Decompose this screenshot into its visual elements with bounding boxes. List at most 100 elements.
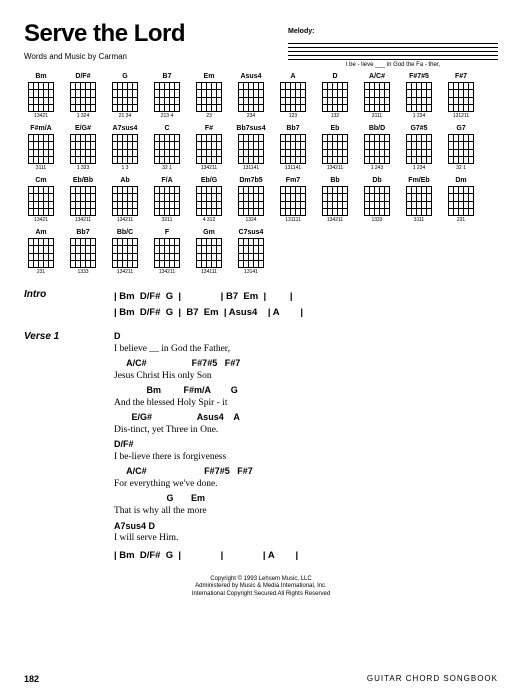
chord-name: Gm <box>192 229 226 237</box>
chord-diagram: Gm134111 <box>192 229 226 275</box>
verse1-body: DI believe __ in God the Father, A/C# F#… <box>114 331 498 563</box>
lyric-line: And the blessed Holy Spir - it <box>114 397 498 409</box>
section-label-intro: Intro <box>24 289 114 321</box>
chord-name: A/C# <box>360 73 394 81</box>
chord-diagram: A123 <box>276 73 310 119</box>
chord-fingering: 1324 <box>234 217 268 223</box>
chord-name: F/A <box>150 177 184 185</box>
fretboard-icon <box>406 134 432 164</box>
page-footer: 182 GUITAR CHORD SONGBOOK <box>24 674 498 684</box>
chord-name: Db <box>360 177 394 185</box>
chord-name: A <box>276 73 310 81</box>
chord-fingering: 1333 <box>66 269 100 275</box>
melody-lyrics: I be - lieve ___ in God the Fa - ther, <box>288 62 498 68</box>
chord-fingering: 1 234 <box>402 165 436 171</box>
chord-fingering: 32 1 <box>150 165 184 171</box>
chord-fingering: 131111 <box>276 217 310 223</box>
fretboard-icon <box>364 134 390 164</box>
chord-name: Bb7 <box>276 125 310 133</box>
fretboard-icon <box>70 186 96 216</box>
chord-diagram: Asus4234 <box>234 73 268 119</box>
fretboard-icon <box>70 134 96 164</box>
chord-diagram: Bb/D1 243 <box>360 125 394 171</box>
chord-diagram: F#134211 <box>192 125 226 171</box>
chord-line: A/C# F#7#5 F#7 <box>114 358 498 370</box>
lyric-line: Jesus Christ His only Son <box>114 370 498 382</box>
section-label-verse1: Verse 1 <box>24 331 114 563</box>
chord-name: Fm7 <box>276 177 310 185</box>
chord-name: Em <box>192 73 226 81</box>
chord-name: B7 <box>150 73 184 81</box>
fretboard-icon <box>238 238 264 268</box>
copyright-line: Administered by Music & Media Internatio… <box>24 583 498 591</box>
chord-fingering: 1 234 <box>402 113 436 119</box>
chord-fingering: 131141 <box>234 165 268 171</box>
lyric-line: Dis-tinct, yet Three in One. <box>114 424 498 436</box>
chord-diagram: F#7#5 1 234 <box>402 73 436 119</box>
chord-name: Eb/Bb <box>66 177 100 185</box>
fretboard-icon <box>28 238 54 268</box>
chord-fingering: 134211 <box>150 269 184 275</box>
chord-name: F#7#5 <box>402 73 436 81</box>
chord-fingering: 3211 <box>150 217 184 223</box>
fretboard-icon <box>448 134 474 164</box>
chord-name: D/F# <box>66 73 100 81</box>
chord-fingering: 1 324 <box>66 113 100 119</box>
fretboard-icon <box>238 82 264 112</box>
chord-diagram: Am231 <box>24 229 58 275</box>
chord-diagram: F134211 <box>150 229 184 275</box>
chord-diagram: C7sus413141 <box>234 229 268 275</box>
melody-label: Melody: <box>288 28 314 35</box>
lyric-line: I will serve Him. <box>114 532 498 544</box>
chord-name: Bb7 <box>66 229 100 237</box>
chord-name: Eb <box>318 125 352 133</box>
chord-name: Dm <box>444 177 478 185</box>
chord-name: Eb/G <box>192 177 226 185</box>
chord-fingering: 23 <box>192 113 226 119</box>
fretboard-icon <box>280 82 306 112</box>
fretboard-icon <box>112 186 138 216</box>
fretboard-icon <box>448 186 474 216</box>
chord-line: A/C# F#7#5 F#7 <box>114 466 498 478</box>
chord-diagram: C 32 1 <box>150 125 184 171</box>
chord-fingering: 134211 <box>108 269 142 275</box>
melody-preview: Melody: I be - lieve ___ in God the Fa -… <box>288 20 498 68</box>
chord-name: C <box>150 125 184 133</box>
fretboard-icon <box>280 186 306 216</box>
chord-diagram: Eb/Bb134211 <box>66 177 100 223</box>
fretboard-icon <box>322 82 348 112</box>
fretboard-icon <box>196 238 222 268</box>
chord-fingering: 3111 <box>24 165 58 171</box>
fretboard-icon <box>448 82 474 112</box>
chord-fingering: 4 312 <box>192 217 226 223</box>
chord-diagram: Bb7sus4131141 <box>234 125 268 171</box>
chord-line: D <box>114 331 498 343</box>
chord-line: Bm F#m/A G <box>114 385 498 397</box>
chord-name: G7#5 <box>402 125 436 133</box>
fretboard-icon <box>196 186 222 216</box>
fretboard-icon <box>322 186 348 216</box>
chord-fingering: 131141 <box>276 165 310 171</box>
chord-name: Fm/Eb <box>402 177 436 185</box>
fretboard-icon <box>70 238 96 268</box>
chord-fingering: 1 333 <box>66 165 100 171</box>
chord-name: A7sus4 <box>108 125 142 133</box>
chord-name: F#m/A <box>24 125 58 133</box>
fretboard-icon <box>238 186 264 216</box>
chord-diagram: Eb/G 4 312 <box>192 177 226 223</box>
fretboard-icon <box>112 238 138 268</box>
fretboard-icon <box>28 186 54 216</box>
chord-fingering: 1333 <box>360 217 394 223</box>
lyric-line: I be-lieve there is forgiveness <box>114 451 498 463</box>
fretboard-icon <box>112 134 138 164</box>
fretboard-icon <box>196 134 222 164</box>
book-title: GUITAR CHORD SONGBOOK <box>367 674 498 684</box>
chord-diagram: F#m/A 3111 <box>24 125 58 171</box>
chord-name: D <box>318 73 352 81</box>
chord-name: Bb <box>318 177 352 185</box>
fretboard-icon <box>70 82 96 112</box>
fretboard-icon <box>364 82 390 112</box>
intro-section: Intro | Bm D/F# G | | B7 Em | | | Bm D/F… <box>24 289 498 321</box>
fretboard-icon <box>28 134 54 164</box>
chord-name: Ab <box>108 177 142 185</box>
